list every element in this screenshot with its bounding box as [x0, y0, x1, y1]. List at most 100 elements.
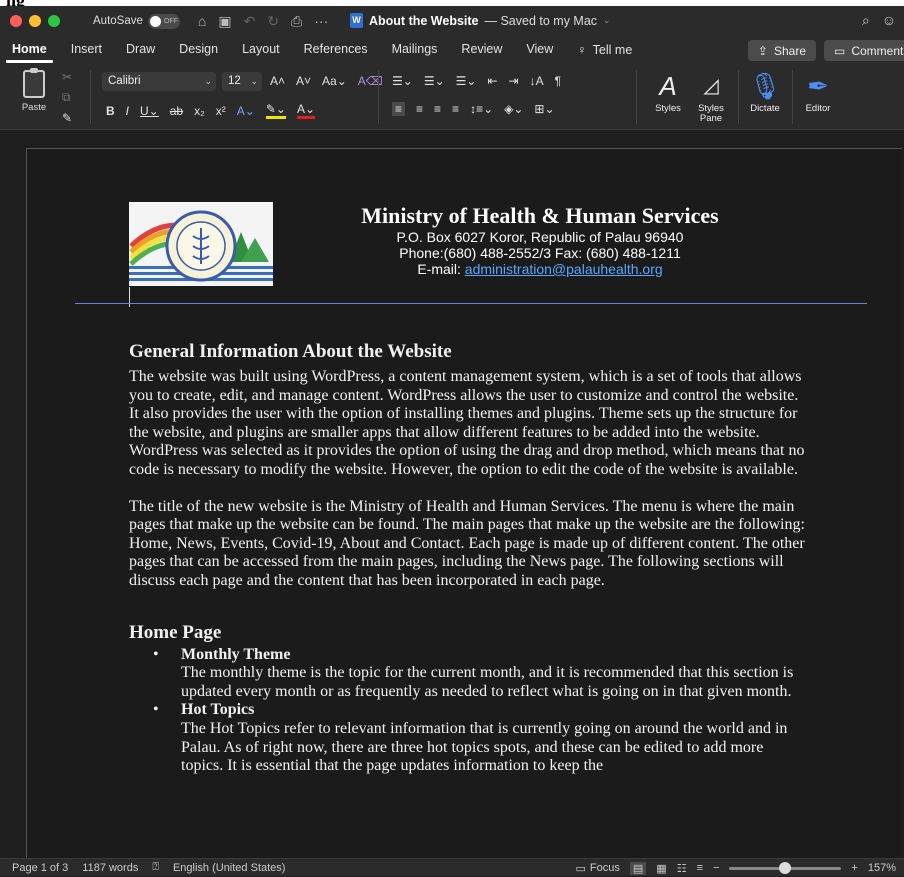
styles-pane-icon: ◿ [703, 75, 719, 97]
divider [636, 70, 637, 124]
home-icon[interactable]: ⌂ [198, 13, 206, 30]
document-page[interactable]: Ministry of Health & Human Services P.O.… [26, 148, 902, 858]
styles-icon: A [659, 71, 677, 101]
multilevel-list-icon[interactable]: ☰⌄ [456, 74, 477, 88]
list-item-title: Hot Topics [181, 701, 255, 719]
email-line: E-mail: administration@palauhealth.org [297, 261, 783, 277]
highlight-icon[interactable]: ✎⌄ [265, 102, 286, 119]
print-layout-icon[interactable]: ▤ [629, 861, 647, 875]
paste-button[interactable]: Paste [12, 68, 56, 113]
heading-general-information: General Information About the Website [129, 341, 452, 362]
justify-icon[interactable]: ≡ [452, 102, 459, 116]
tab-view[interactable]: View [514, 36, 565, 64]
copy-icon[interactable]: ⧉ [62, 90, 72, 105]
shading-icon[interactable]: ◈⌄ [504, 102, 523, 116]
subscript-icon[interactable]: x₂ [194, 104, 205, 118]
close-window-button[interactable] [10, 15, 22, 27]
email-link[interactable]: administration@palauhealth.org [465, 261, 663, 277]
print-icon[interactable]: ⎙ [291, 13, 302, 30]
font-name-value: Calibri [108, 75, 141, 87]
format-painter-icon[interactable]: ✎ [62, 111, 72, 125]
tab-review[interactable]: Review [449, 36, 514, 64]
italic-icon[interactable]: I [126, 104, 129, 118]
comments-button[interactable]: ▭ Comments [824, 40, 904, 61]
bold-icon[interactable]: B [106, 104, 115, 118]
word-count[interactable]: 1187 words [82, 862, 138, 874]
strikethrough-icon[interactable]: ab [170, 104, 183, 118]
minimize-window-button[interactable] [29, 15, 41, 27]
superscript-icon[interactable]: x² [216, 104, 226, 118]
divider [738, 70, 739, 124]
numbering-icon[interactable]: ☰⌄ [424, 74, 445, 88]
tab-references[interactable]: References [292, 36, 380, 64]
align-center-icon[interactable]: ≡ [416, 102, 423, 116]
change-case-icon[interactable]: Aa⌄ [322, 74, 347, 88]
shrink-font-icon[interactable]: A˅ [296, 74, 311, 88]
autosave-toggle[interactable]: OFF [147, 13, 180, 29]
tab-draw[interactable]: Draw [114, 36, 167, 64]
grow-font-icon[interactable]: A˄ [270, 74, 285, 88]
zoom-window-button[interactable] [48, 15, 60, 27]
zoom-level[interactable]: 157% [868, 862, 896, 874]
decrease-indent-icon[interactable]: ⇤ [487, 74, 497, 88]
document-name: About the Website [369, 13, 479, 28]
undo-icon[interactable]: ↶ [244, 13, 256, 30]
organization-name: Ministry of Health & Human Services [361, 203, 719, 228]
underline-icon[interactable]: U⌄ [140, 104, 159, 118]
align-left-icon[interactable]: ≡ [392, 102, 406, 116]
save-icon[interactable]: ▣ [218, 13, 231, 30]
paragraph-marks-icon[interactable]: ¶ [555, 74, 561, 88]
lightbulb-icon: ♀ [577, 43, 587, 57]
editor-button[interactable]: ✒ Editor [800, 70, 836, 114]
tab-mailings[interactable]: Mailings [380, 36, 450, 64]
chevron-down-icon: ⌄ [204, 76, 212, 86]
increase-indent-icon[interactable]: ⇥ [509, 74, 519, 88]
cut-icon[interactable]: ✂ [62, 70, 72, 84]
title-bar: AutoSave OFF ⌂ ▣ ↶ ↻ ⎙ ··· W About the W… [0, 6, 904, 36]
font-size-select[interactable]: 12 ⌄ [222, 72, 262, 91]
web-layout-icon[interactable]: ▦ [656, 862, 666, 875]
page-count[interactable]: Page 1 of 3 [12, 862, 68, 874]
chevron-down-icon[interactable]: ⌄ [603, 15, 611, 26]
zoom-out-button[interactable]: − [713, 862, 719, 874]
account-icon[interactable]: ☺ [882, 12, 896, 29]
document-canvas[interactable]: Ministry of Health & Human Services P.O.… [0, 130, 904, 858]
redo-icon[interactable]: ↻ [267, 13, 279, 30]
zoom-slider-thumb[interactable] [779, 861, 792, 874]
text-effects-icon[interactable]: A⌄ [237, 104, 255, 118]
font-name-select[interactable]: Calibri ⌄ [102, 72, 216, 91]
share-button[interactable]: ⇪ Share [747, 40, 816, 61]
clear-formatting-icon[interactable]: A⌫ [358, 74, 383, 88]
more-icon[interactable]: ··· [314, 13, 328, 30]
draft-view-icon[interactable]: ≡ [697, 862, 703, 874]
borders-icon[interactable]: ⊞⌄ [534, 102, 554, 116]
search-icon[interactable]: ⌕ [862, 12, 870, 29]
list-item: Monthly Theme The monthly theme is the t… [153, 646, 805, 702]
share-label: Share [773, 43, 806, 58]
proofing-icon[interactable]: ⍰ [152, 861, 159, 874]
save-status: — Saved to my Mac [484, 13, 598, 28]
tell-me-search[interactable]: ♀ Tell me [565, 36, 644, 64]
outline-view-icon[interactable]: ☷ [677, 862, 687, 875]
language-status[interactable]: English (United States) [173, 862, 286, 874]
paste-label: Paste [21, 102, 47, 113]
font-color-icon[interactable]: A⌄ [296, 102, 316, 119]
line-spacing-icon[interactable]: ↕≡⌄ [470, 102, 493, 116]
tab-home[interactable]: Home [0, 36, 59, 64]
zoom-in-button[interactable]: + [851, 862, 857, 874]
dictate-button[interactable]: 🎙 Dictate [744, 70, 786, 114]
styles-pane-button[interactable]: ◿ Styles Pane [692, 70, 730, 124]
bullets-icon[interactable]: ☰⌄ [392, 74, 413, 88]
styles-button[interactable]: A Styles [648, 70, 688, 114]
document-body[interactable]: General Information About the Website Th… [129, 341, 805, 776]
tab-design[interactable]: Design [167, 36, 230, 64]
focus-button[interactable]: ▭ Focus [576, 862, 620, 875]
zoom-slider[interactable] [729, 861, 842, 874]
align-right-icon[interactable]: ≡ [434, 102, 441, 116]
focus-icon: ▭ [575, 862, 586, 875]
tab-insert[interactable]: Insert [59, 36, 114, 64]
status-bar: Page 1 of 3 1187 words ⍰ English (United… [0, 858, 904, 876]
autosave-control[interactable]: AutoSave OFF [93, 13, 180, 29]
sort-icon[interactable]: ↓A [530, 74, 544, 88]
tab-layout[interactable]: Layout [230, 36, 292, 64]
